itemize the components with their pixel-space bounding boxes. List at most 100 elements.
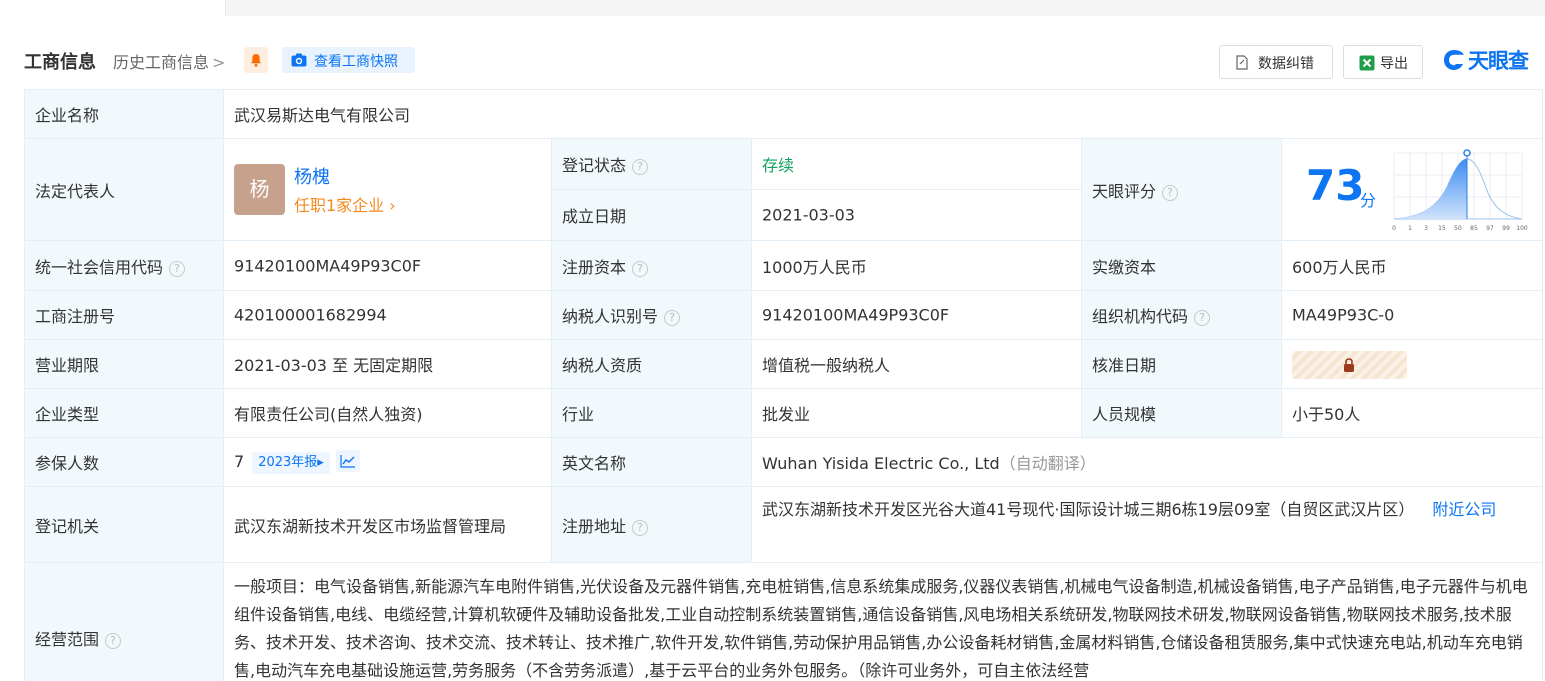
value-text: 增值税一般纳税人 bbox=[762, 356, 891, 375]
value-text: 7 bbox=[234, 452, 245, 471]
label-org-code: 组织机构代码? bbox=[1082, 291, 1282, 340]
help-icon[interactable]: ? bbox=[169, 260, 186, 277]
value-text: 2021-03-03 至 无固定期限 bbox=[234, 356, 434, 375]
label-reg-authority: 登记机关 bbox=[24, 487, 224, 563]
legal-rep-positions-link[interactable]: 任职1家企业 › bbox=[294, 192, 396, 216]
help-icon[interactable]: ? bbox=[664, 310, 681, 326]
value-text: 小于50人 bbox=[1292, 405, 1361, 424]
help-icon[interactable]: ? bbox=[1194, 310, 1211, 326]
axis-tick: 3 bbox=[1424, 225, 1428, 232]
label-taxpayer-qual: 纳税人资质 bbox=[552, 340, 752, 389]
trend-button[interactable] bbox=[335, 450, 360, 472]
score-unit: 分 bbox=[1360, 191, 1377, 210]
label-text: 核准日期 bbox=[1092, 356, 1157, 375]
label-text: 营业期限 bbox=[35, 356, 100, 375]
value-company-name: 武汉易斯达电气有限公司 bbox=[224, 90, 1543, 139]
label-taxpayer-id: 纳税人识别号? bbox=[552, 291, 752, 340]
auto-translate-note: （自动翻译） bbox=[999, 454, 1096, 473]
value-text: 600万人民币 bbox=[1292, 257, 1387, 277]
axis-tick: 0 bbox=[1392, 225, 1396, 232]
data-correction-label: 数据纠错 bbox=[1258, 56, 1314, 72]
label-established: 成立日期 bbox=[552, 190, 752, 241]
history-link[interactable]: 历史工商信息 > bbox=[113, 49, 225, 73]
axis-tick: 15 bbox=[1438, 225, 1446, 232]
label-text: 注册地址 bbox=[562, 516, 627, 536]
label-text: 登记机关 bbox=[35, 516, 100, 536]
value-legal-rep: 杨 杨槐 任职1家企业 › bbox=[224, 139, 552, 241]
label-staff-size: 人员规模 bbox=[1082, 389, 1282, 438]
value-taxpayer-id: 91420100MA49P93C0F bbox=[752, 291, 1082, 340]
active-tab-cell[interactable] bbox=[0, 0, 226, 16]
label-text: 英文名称 bbox=[562, 454, 627, 473]
nearby-companies-link[interactable]: 附近公司 bbox=[1432, 500, 1496, 519]
value-reg-number: 420100001682994 bbox=[224, 291, 552, 340]
axis-tick: 97 bbox=[1486, 225, 1494, 232]
label-text: 注册资本 bbox=[562, 257, 627, 277]
section-header: 工商信息 历史工商信息 > 查看工商快照 数据纠错 导出 天眼查 bbox=[24, 44, 1545, 79]
help-icon[interactable]: ? bbox=[632, 159, 649, 175]
label-text: 组织机构代码 bbox=[1092, 307, 1189, 326]
value-credit-code: 91420100MA49P93C0F bbox=[224, 241, 552, 291]
excel-icon bbox=[1359, 55, 1375, 71]
axis-tick: 99 bbox=[1502, 225, 1510, 232]
help-icon[interactable]: ? bbox=[632, 519, 649, 536]
label-text: 工商注册号 bbox=[35, 307, 116, 326]
vip-locked-field[interactable] bbox=[1292, 351, 1407, 379]
label-business-term: 营业期限 bbox=[24, 340, 224, 389]
history-link-label: 历史工商信息 bbox=[113, 53, 210, 72]
label-text: 法定代表人 bbox=[35, 181, 116, 201]
value-text: 批发业 bbox=[762, 405, 811, 424]
annual-report-link[interactable]: 2023年报▸ bbox=[252, 452, 330, 474]
axis-tick: 100 bbox=[1516, 225, 1528, 232]
status-badge: 存续 bbox=[762, 156, 795, 175]
export-label: 导出 bbox=[1380, 56, 1408, 72]
label-text: 成立日期 bbox=[562, 207, 627, 226]
label-text: 统一社会信用代码 bbox=[35, 257, 164, 277]
export-button[interactable]: 导出 bbox=[1343, 45, 1423, 79]
value-org-code: MA49P93C-0 bbox=[1282, 291, 1543, 340]
top-tab-strip bbox=[0, 0, 1545, 16]
legal-rep-name-link[interactable]: 杨槐 bbox=[294, 163, 330, 189]
positions-text: 任职1家企业 bbox=[294, 196, 385, 215]
business-info-table: 企业名称 武汉易斯达电气有限公司 法定代表人 杨 杨槐 任职1家企业 › 登记状… bbox=[24, 89, 1543, 681]
value-reg-authority: 武汉东湖新技术开发区市场监督管理局 bbox=[224, 487, 552, 563]
value-reg-capital: 1000万人民币 bbox=[752, 241, 1082, 291]
camera-icon bbox=[291, 53, 307, 67]
edit-doc-icon bbox=[1236, 55, 1248, 70]
value-business-term: 2021-03-03 至 无固定期限 bbox=[224, 340, 552, 389]
label-company-name: 企业名称 bbox=[24, 90, 224, 139]
label-text: 人员规模 bbox=[1092, 405, 1157, 424]
value-insured: 7 2023年报▸ bbox=[224, 438, 552, 487]
value-text: 2021-03-03 bbox=[762, 205, 855, 225]
value-text: 91420100MA49P93C0F bbox=[234, 256, 422, 275]
label-reg-address: 注册地址? bbox=[552, 487, 752, 563]
label-approval-date: 核准日期 bbox=[1082, 340, 1282, 389]
value-staff-size: 小于50人 bbox=[1282, 389, 1543, 438]
value-paid-capital: 600万人民币 bbox=[1282, 241, 1543, 291]
value-text: 武汉东湖新技术开发区市场监督管理局 bbox=[234, 516, 507, 536]
value-text: 武汉易斯达电气有限公司 bbox=[234, 106, 411, 125]
monitor-bell-button[interactable] bbox=[244, 47, 268, 73]
value-text: Wuhan Yisida Electric Co., Ltd bbox=[762, 454, 1000, 473]
value-english-name: Wuhan Yisida Electric Co., Ltd（自动翻译） bbox=[752, 438, 1543, 487]
label-reg-number: 工商注册号 bbox=[24, 291, 224, 340]
value-company-type: 有限责任公司(自然人独资) bbox=[224, 389, 552, 438]
value-taxpayer-qual: 增值税一般纳税人 bbox=[752, 340, 1082, 389]
label-text: 天眼评分 bbox=[1092, 181, 1157, 201]
avatar[interactable]: 杨 bbox=[234, 164, 285, 215]
data-correction-button[interactable]: 数据纠错 bbox=[1219, 45, 1333, 79]
value-tianyan-score[interactable]: 73 分 0 1 3 15 50 85 97 99 100 bbox=[1282, 139, 1543, 241]
axis-tick: 1 bbox=[1408, 225, 1412, 232]
chevron-right-icon: > bbox=[212, 53, 226, 72]
label-text: 纳税人资质 bbox=[562, 356, 643, 375]
help-icon[interactable]: ? bbox=[1162, 184, 1179, 201]
label-english-name: 英文名称 bbox=[552, 438, 752, 487]
axis-tick: 85 bbox=[1470, 225, 1478, 232]
label-legal-rep: 法定代表人 bbox=[24, 139, 224, 241]
help-icon[interactable]: ? bbox=[632, 260, 649, 277]
label-reg-status: 登记状态? bbox=[552, 139, 752, 190]
axis-tick: 50 bbox=[1454, 225, 1462, 232]
value-text: MA49P93C-0 bbox=[1292, 305, 1395, 325]
help-icon[interactable]: ? bbox=[105, 632, 122, 649]
view-snapshot-button[interactable]: 查看工商快照 bbox=[282, 47, 415, 73]
